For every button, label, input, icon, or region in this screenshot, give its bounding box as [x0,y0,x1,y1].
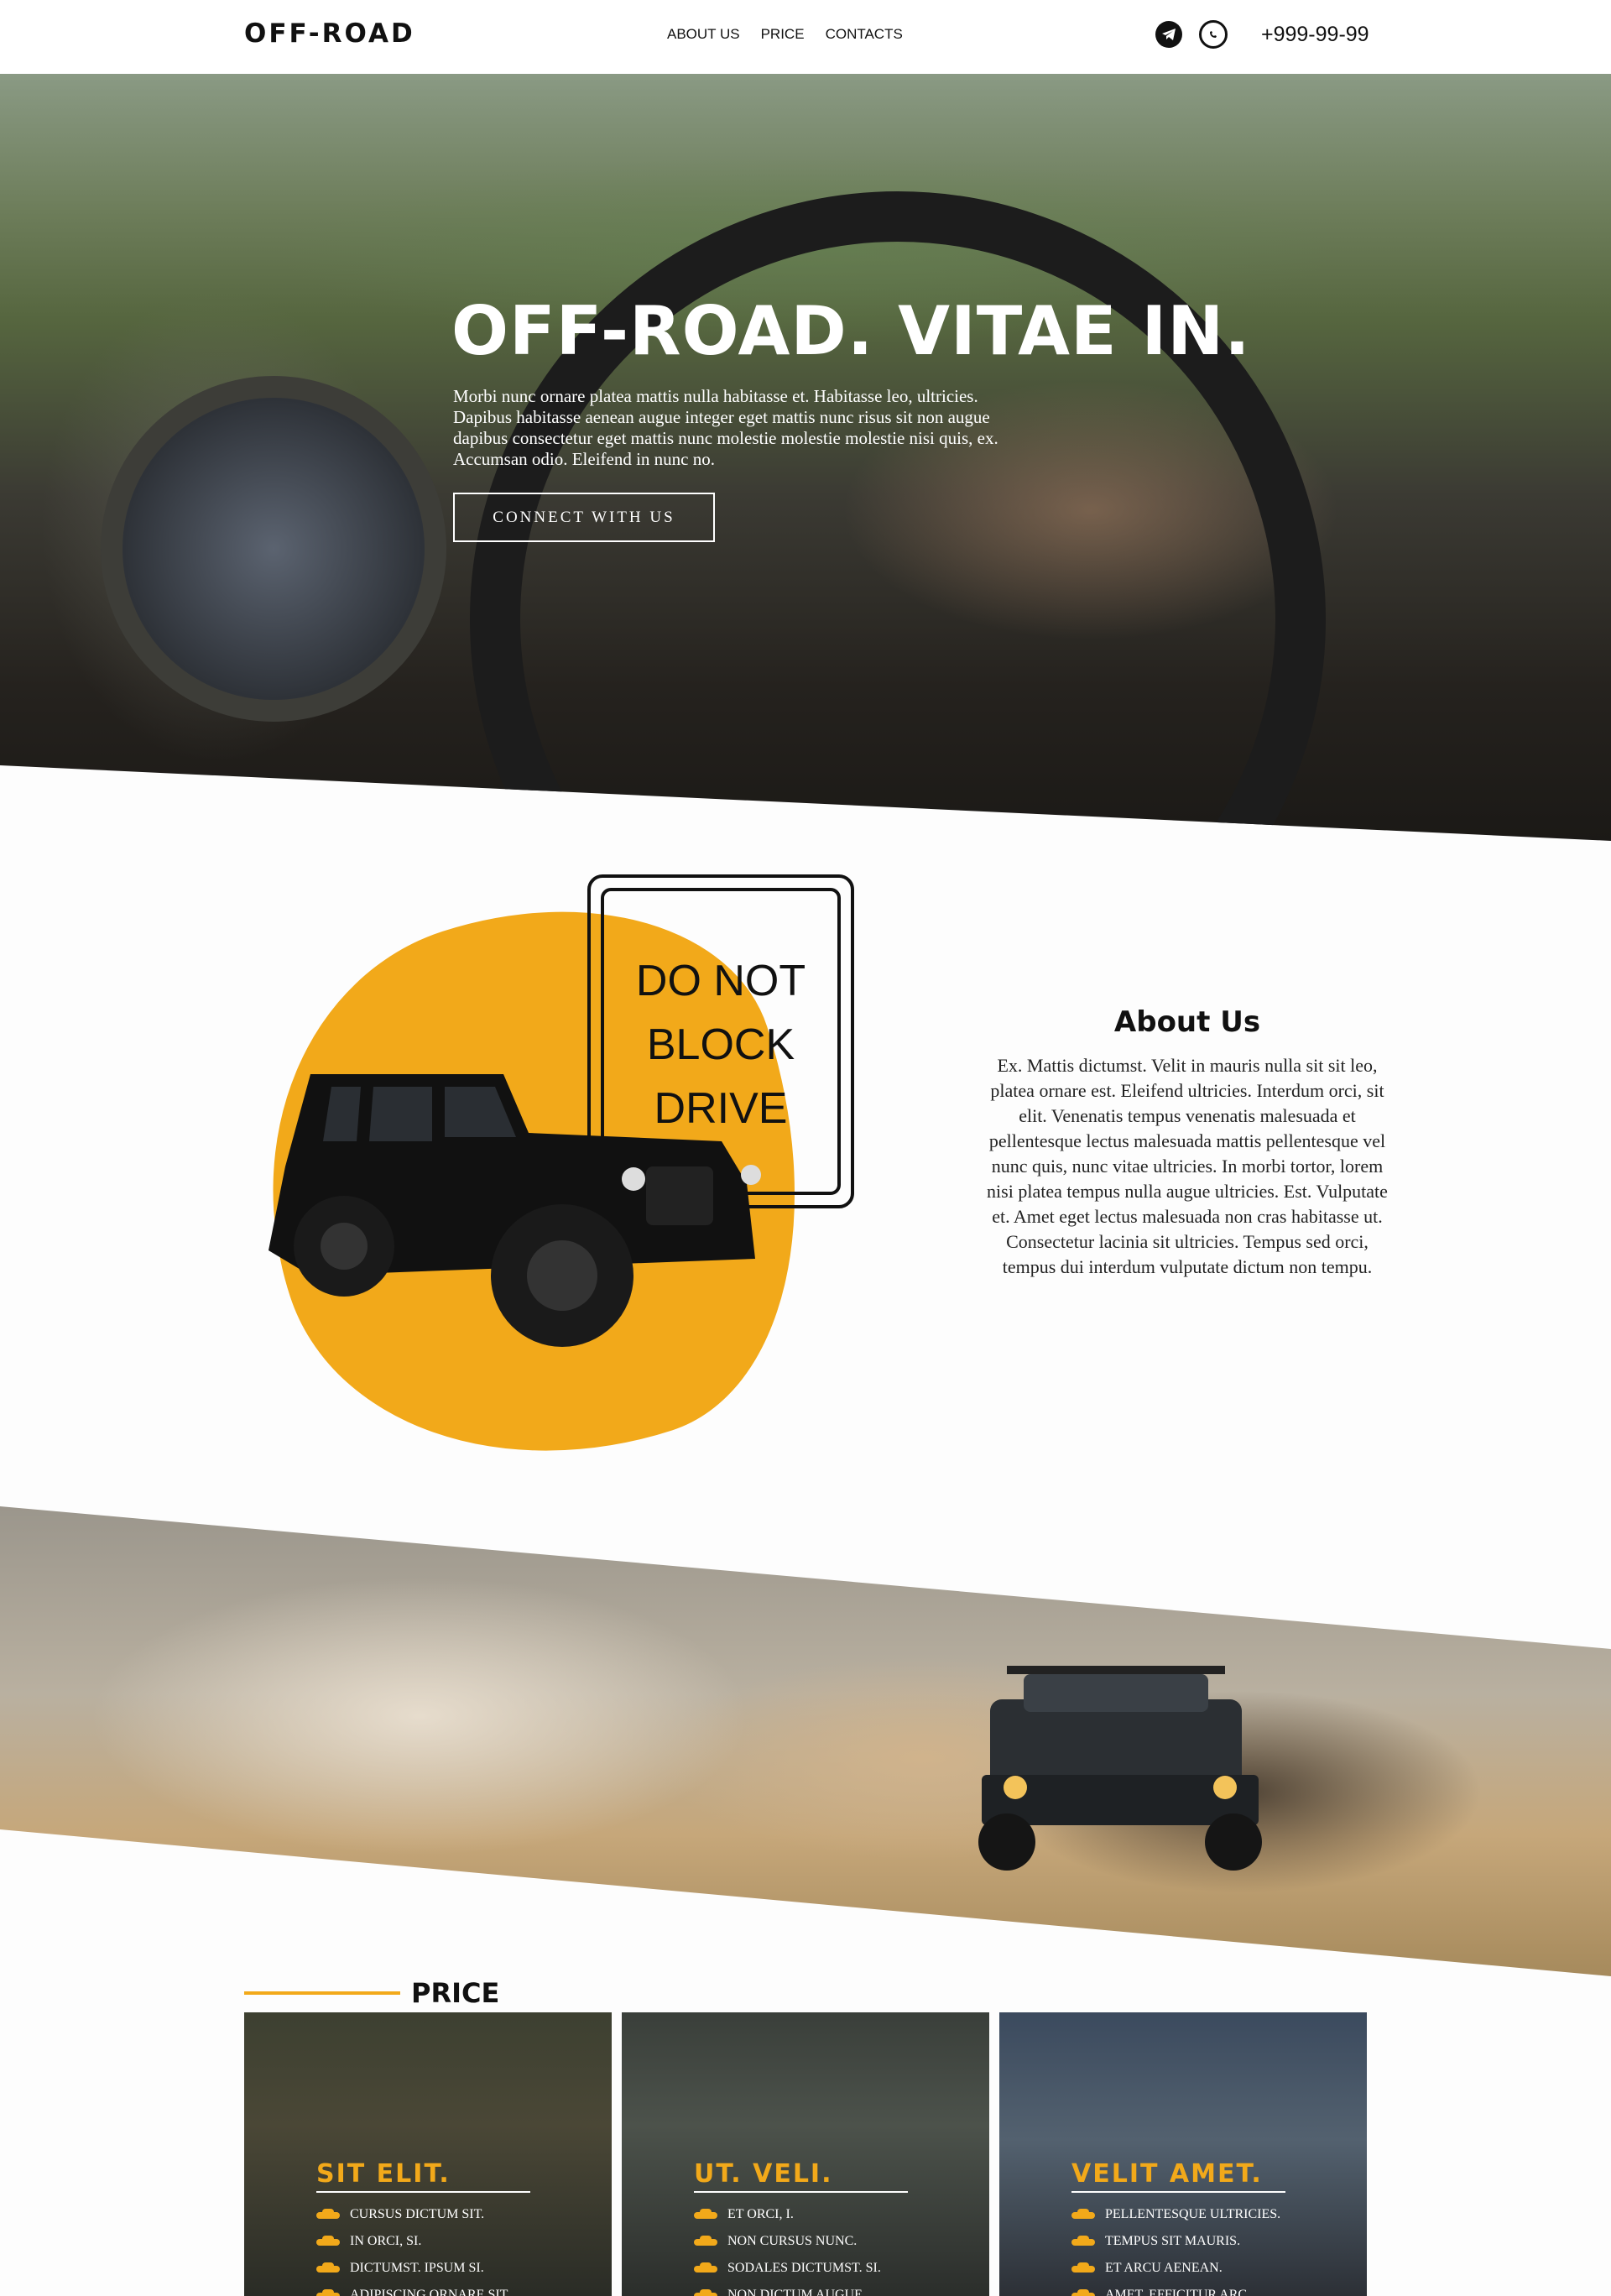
header-contacts: +999-99-99 [1155,20,1369,49]
car-icon [1071,2209,1095,2220]
list-item: CURSUS DICTUM SIT. [316,2201,510,2228]
list-item: ET ORCI, I. [694,2201,881,2228]
connect-button[interactable]: CONNECT WITH US [453,493,715,542]
car-icon [694,2236,717,2247]
offroad-dust-photo [0,1506,1611,1976]
list-item: TEMPUS SIT MAURIS. [1071,2228,1280,2255]
about-description: Ex. Mattis dictumst. Velit in mauris nul… [987,1055,1388,1277]
phone-number[interactable]: +999-99-99 [1261,23,1369,47]
list-item: NON CURSUS NUNC. [694,2228,881,2255]
nav-link-about[interactable]: ABOUT US [667,26,740,43]
list-item: PELLENTESQUE ULTRICIES. [1071,2201,1280,2228]
jeep-image [268,1074,761,1347]
price-accent-line [244,1991,400,1995]
car-icon [694,2209,717,2220]
list-item: ET ARCU AENEAN. [1071,2255,1280,2282]
price-card-title: SIT ELIT. [316,2159,451,2189]
list-item: ADIPISCING ORNARE SIT. [316,2282,510,2296]
list-item: AMET. EFFICITUR ARC. [1071,2282,1280,2296]
about-title: About Us [1113,1005,1261,1039]
price-card-title: UT. VELI. [694,2159,833,2189]
list-item: DICTUMST. IPSUM SI. [316,2255,510,2282]
main-nav: ABOUT US PRICE CONTACTS [667,26,903,43]
list-item: SODALES DICTUMST. SI. [694,2255,881,2282]
nav-link-contacts[interactable]: CONTACTS [826,26,903,43]
hero-description: Morbi nunc ornare platea mattis nulla ha… [453,386,998,469]
whatsapp-icon[interactable] [1199,20,1228,49]
car-icon [694,2262,717,2274]
hero-title: OFF-ROAD. VITAE IN. [451,292,1251,370]
car-icon [316,2209,340,2220]
price-card-1[interactable]: SIT ELIT. CURSUS DICTUM SIT. IN ORCI, SI… [244,2012,612,2296]
site-logo[interactable]: OFF-ROAD [244,18,415,49]
list-item: NON DICTUM AUGUE. [694,2282,881,2296]
car-icon [316,2236,340,2247]
car-icon [1071,2289,1095,2296]
price-title: PRICE [411,1977,500,2009]
car-icon [316,2289,340,2296]
price-card-3[interactable]: VELIT AMET. PELLENTESQUE ULTRICIES. TEMP… [999,2012,1367,2296]
price-card-list: PELLENTESQUE ULTRICIES. TEMPUS SIT MAURI… [1071,2201,1280,2296]
truck-image [978,1666,1262,1871]
telegram-icon[interactable] [1155,21,1182,48]
car-icon [694,2289,717,2296]
site-header: OFF-ROAD ABOUT US PRICE CONTACTS +999-99… [0,0,1611,74]
price-card-2[interactable]: UT. VELI. ET ORCI, I. NON CURSUS NUNC. S… [622,2012,989,2296]
price-card-list: ET ORCI, I. NON CURSUS NUNC. SODALES DIC… [694,2201,881,2296]
price-card-list: CURSUS DICTUM SIT. IN ORCI, SI. DICTUMST… [316,2201,510,2296]
list-item: IN ORCI, SI. [316,2228,510,2255]
hero-dashboard-image [101,376,446,722]
car-icon [1071,2262,1095,2274]
car-icon [316,2262,340,2274]
hero-section: OFF-ROAD. VITAE IN. Morbi nunc ornare pl… [0,74,1611,841]
price-card-title: VELIT AMET. [1071,2159,1263,2189]
car-icon [1071,2236,1095,2247]
nav-link-price[interactable]: PRICE [761,26,805,43]
